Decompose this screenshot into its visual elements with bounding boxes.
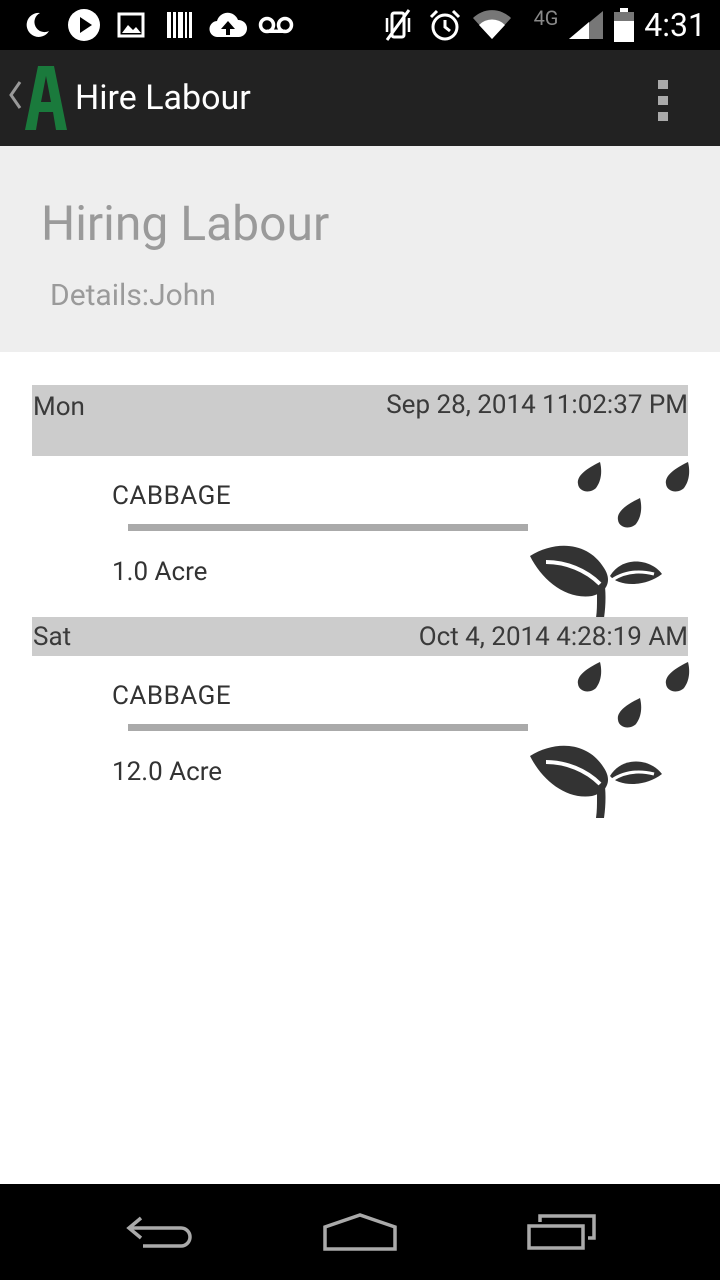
network-type-label: 4G: [533, 6, 559, 30]
action-bar: Hire Labour: [0, 50, 720, 146]
page-title: Hiring Labour: [41, 195, 330, 252]
recents-icon[interactable]: [512, 1184, 612, 1280]
navigation-bar: [0, 1184, 720, 1280]
overflow-menu-icon[interactable]: [656, 78, 670, 122]
divider: [128, 724, 528, 731]
status-bar: 4G 4:31: [0, 0, 720, 50]
cloud-upload-icon: [208, 0, 248, 50]
crop-area: 12.0 Acre: [112, 757, 223, 787]
play-icon: [66, 0, 102, 50]
date-time-label: Oct 4, 2014 4:28:19 AM: [418, 622, 688, 652]
status-time: 4:31: [644, 6, 706, 44]
plant-rain-icon: [526, 458, 690, 618]
day-header: Mon Sep 28, 2014 11:02:37 PM: [32, 385, 688, 456]
back-icon[interactable]: [110, 1184, 210, 1280]
action-bar-title: Hire Labour: [75, 78, 251, 118]
moon-icon: [20, 0, 54, 50]
crop-name: CABBAGE: [112, 681, 232, 711]
plant-rain-icon: [526, 658, 690, 818]
header-panel: Hiring Labour Details:John: [0, 146, 720, 352]
day-header: Sat Oct 4, 2014 4:28:19 AM: [32, 617, 688, 656]
home-icon[interactable]: [310, 1184, 410, 1280]
day-label: Mon: [33, 392, 85, 422]
divider: [128, 524, 528, 531]
barcode-icon: [164, 0, 194, 50]
voicemail-icon: [258, 0, 294, 50]
signal-icon: [566, 0, 606, 50]
up-caret-icon[interactable]: [8, 80, 22, 114]
day-label: Sat: [33, 622, 72, 652]
crop-name: CABBAGE: [112, 481, 232, 511]
date-time-label: Sep 28, 2014 11:02:37 PM: [386, 390, 688, 420]
crop-area: 1.0 Acre: [112, 557, 208, 587]
alarm-icon: [428, 0, 462, 50]
battery-icon: [612, 0, 636, 50]
image-icon: [116, 0, 146, 50]
app-logo-icon[interactable]: [24, 64, 68, 136]
vibrate-off-icon: [382, 0, 414, 50]
details-subtitle: Details:John: [50, 278, 216, 313]
wifi-icon: [472, 0, 512, 50]
